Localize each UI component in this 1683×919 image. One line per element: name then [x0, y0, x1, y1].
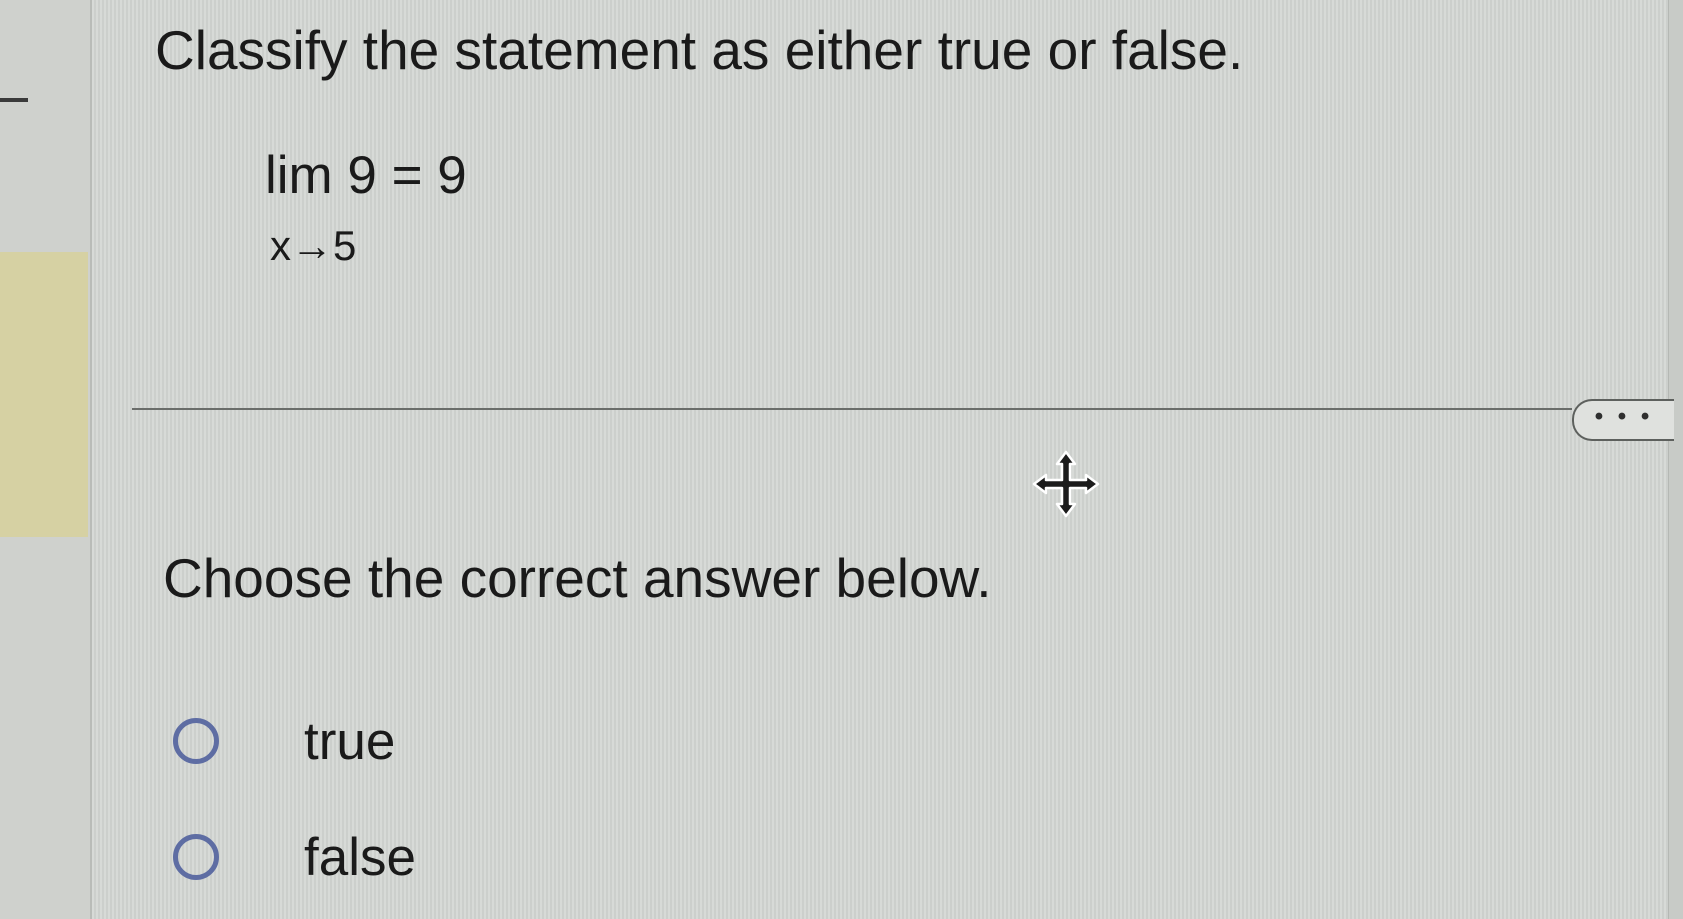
collapse-icon[interactable] [0, 98, 28, 102]
radio-button-icon[interactable] [173, 718, 219, 764]
section-divider [132, 408, 1572, 410]
option-label-false: false [304, 827, 416, 887]
left-sidebar-tab[interactable] [0, 252, 88, 537]
option-false[interactable]: false [173, 822, 416, 892]
option-label-true: true [304, 711, 396, 771]
option-true[interactable]: true [173, 706, 395, 776]
question-title: Classify the statement as either true or… [155, 19, 1244, 81]
move-cursor-icon [1032, 450, 1100, 518]
limit-subscript: x→5 [270, 222, 357, 269]
limit-expression: lim 9 = 9 [265, 146, 467, 205]
more-options-button[interactable]: • • • [1572, 399, 1674, 441]
answer-prompt: Choose the correct answer below. [163, 547, 992, 609]
radio-button-icon[interactable] [173, 834, 219, 880]
right-scroll-edge [1668, 0, 1683, 919]
